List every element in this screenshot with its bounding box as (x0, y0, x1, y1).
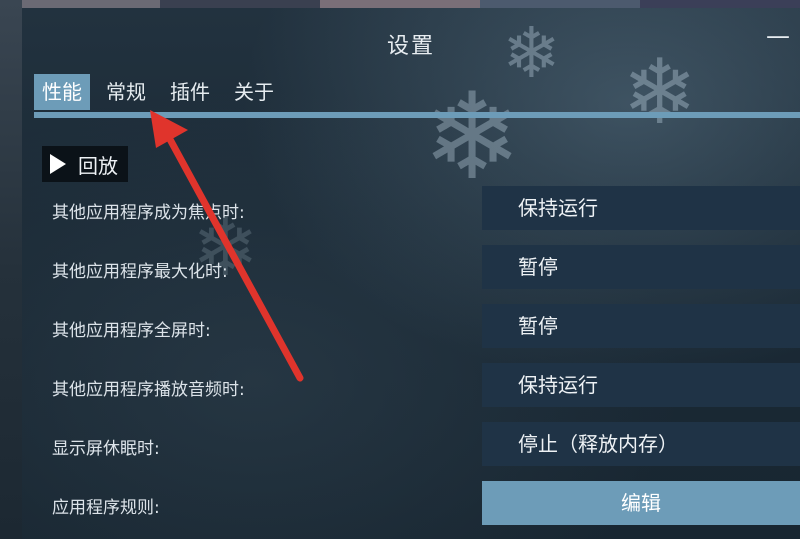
annotation-arrow (150, 110, 304, 382)
